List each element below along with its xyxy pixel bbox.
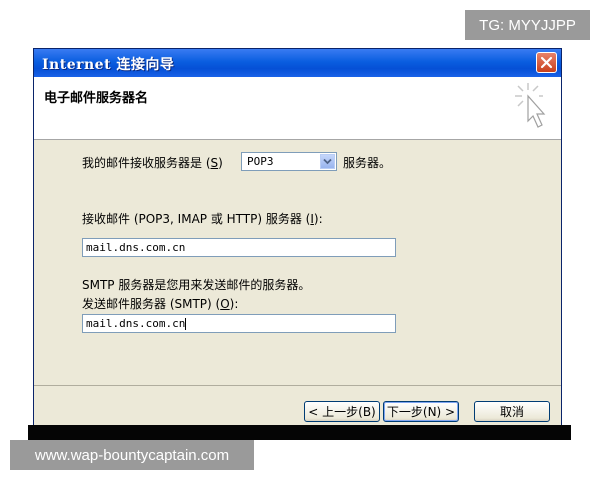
incoming-type-value: POP3 <box>247 155 274 168</box>
incoming-server-input[interactable]: mail.dns.com.cn <box>82 238 396 257</box>
watermark-bottom: www.wap-bountycaptain.com <box>10 440 254 470</box>
smtp-info-text: SMTP 服务器是您用来发送邮件的服务器。 <box>82 278 311 292</box>
incoming-server-label: 接收邮件 (POP3, IMAP 或 HTTP) 服务器 (I): <box>82 212 323 226</box>
cancel-button[interactable]: 取消 <box>474 401 550 422</box>
outgoing-server-label: 发送邮件服务器 (SMTP) (O): <box>82 297 239 311</box>
wizard-window: Internet 连接向导 电子邮件服务器名 我的邮件接收服务器是 (S) PO… <box>33 48 562 428</box>
dropdown-button[interactable] <box>320 154 335 169</box>
title-bar[interactable]: Internet 连接向导 <box>34 49 561 77</box>
close-button[interactable] <box>536 52 557 73</box>
wizard-cursor-icon <box>515 83 546 128</box>
incoming-type-trailing: 服务器。 <box>343 156 392 170</box>
footer-divider <box>34 385 561 386</box>
back-button[interactable]: < 上一步(B) <box>304 401 380 422</box>
next-button[interactable]: 下一步(N) > <box>383 401 459 422</box>
page-title: 电子邮件服务器名 <box>44 91 149 106</box>
incoming-type-label: 我的邮件接收服务器是 (S) <box>82 156 223 170</box>
chevron-down-icon <box>323 158 332 165</box>
black-band <box>28 425 571 440</box>
outgoing-server-input[interactable]: mail.dns.com.cn <box>82 314 396 333</box>
window-title: Internet 连接向导 <box>42 57 175 73</box>
watermark-top: TG: MYYJJPP <box>465 10 590 40</box>
wizard-header: 电子邮件服务器名 <box>34 77 561 140</box>
text-caret <box>185 318 187 330</box>
incoming-type-select[interactable]: POP3 <box>241 152 337 171</box>
close-icon <box>540 56 553 69</box>
wizard-content: 我的邮件接收服务器是 (S) POP3 服务器。 接收邮件 (POP3, IMA… <box>34 140 561 380</box>
outgoing-server-value: mail.dns.com.cn <box>86 317 186 330</box>
